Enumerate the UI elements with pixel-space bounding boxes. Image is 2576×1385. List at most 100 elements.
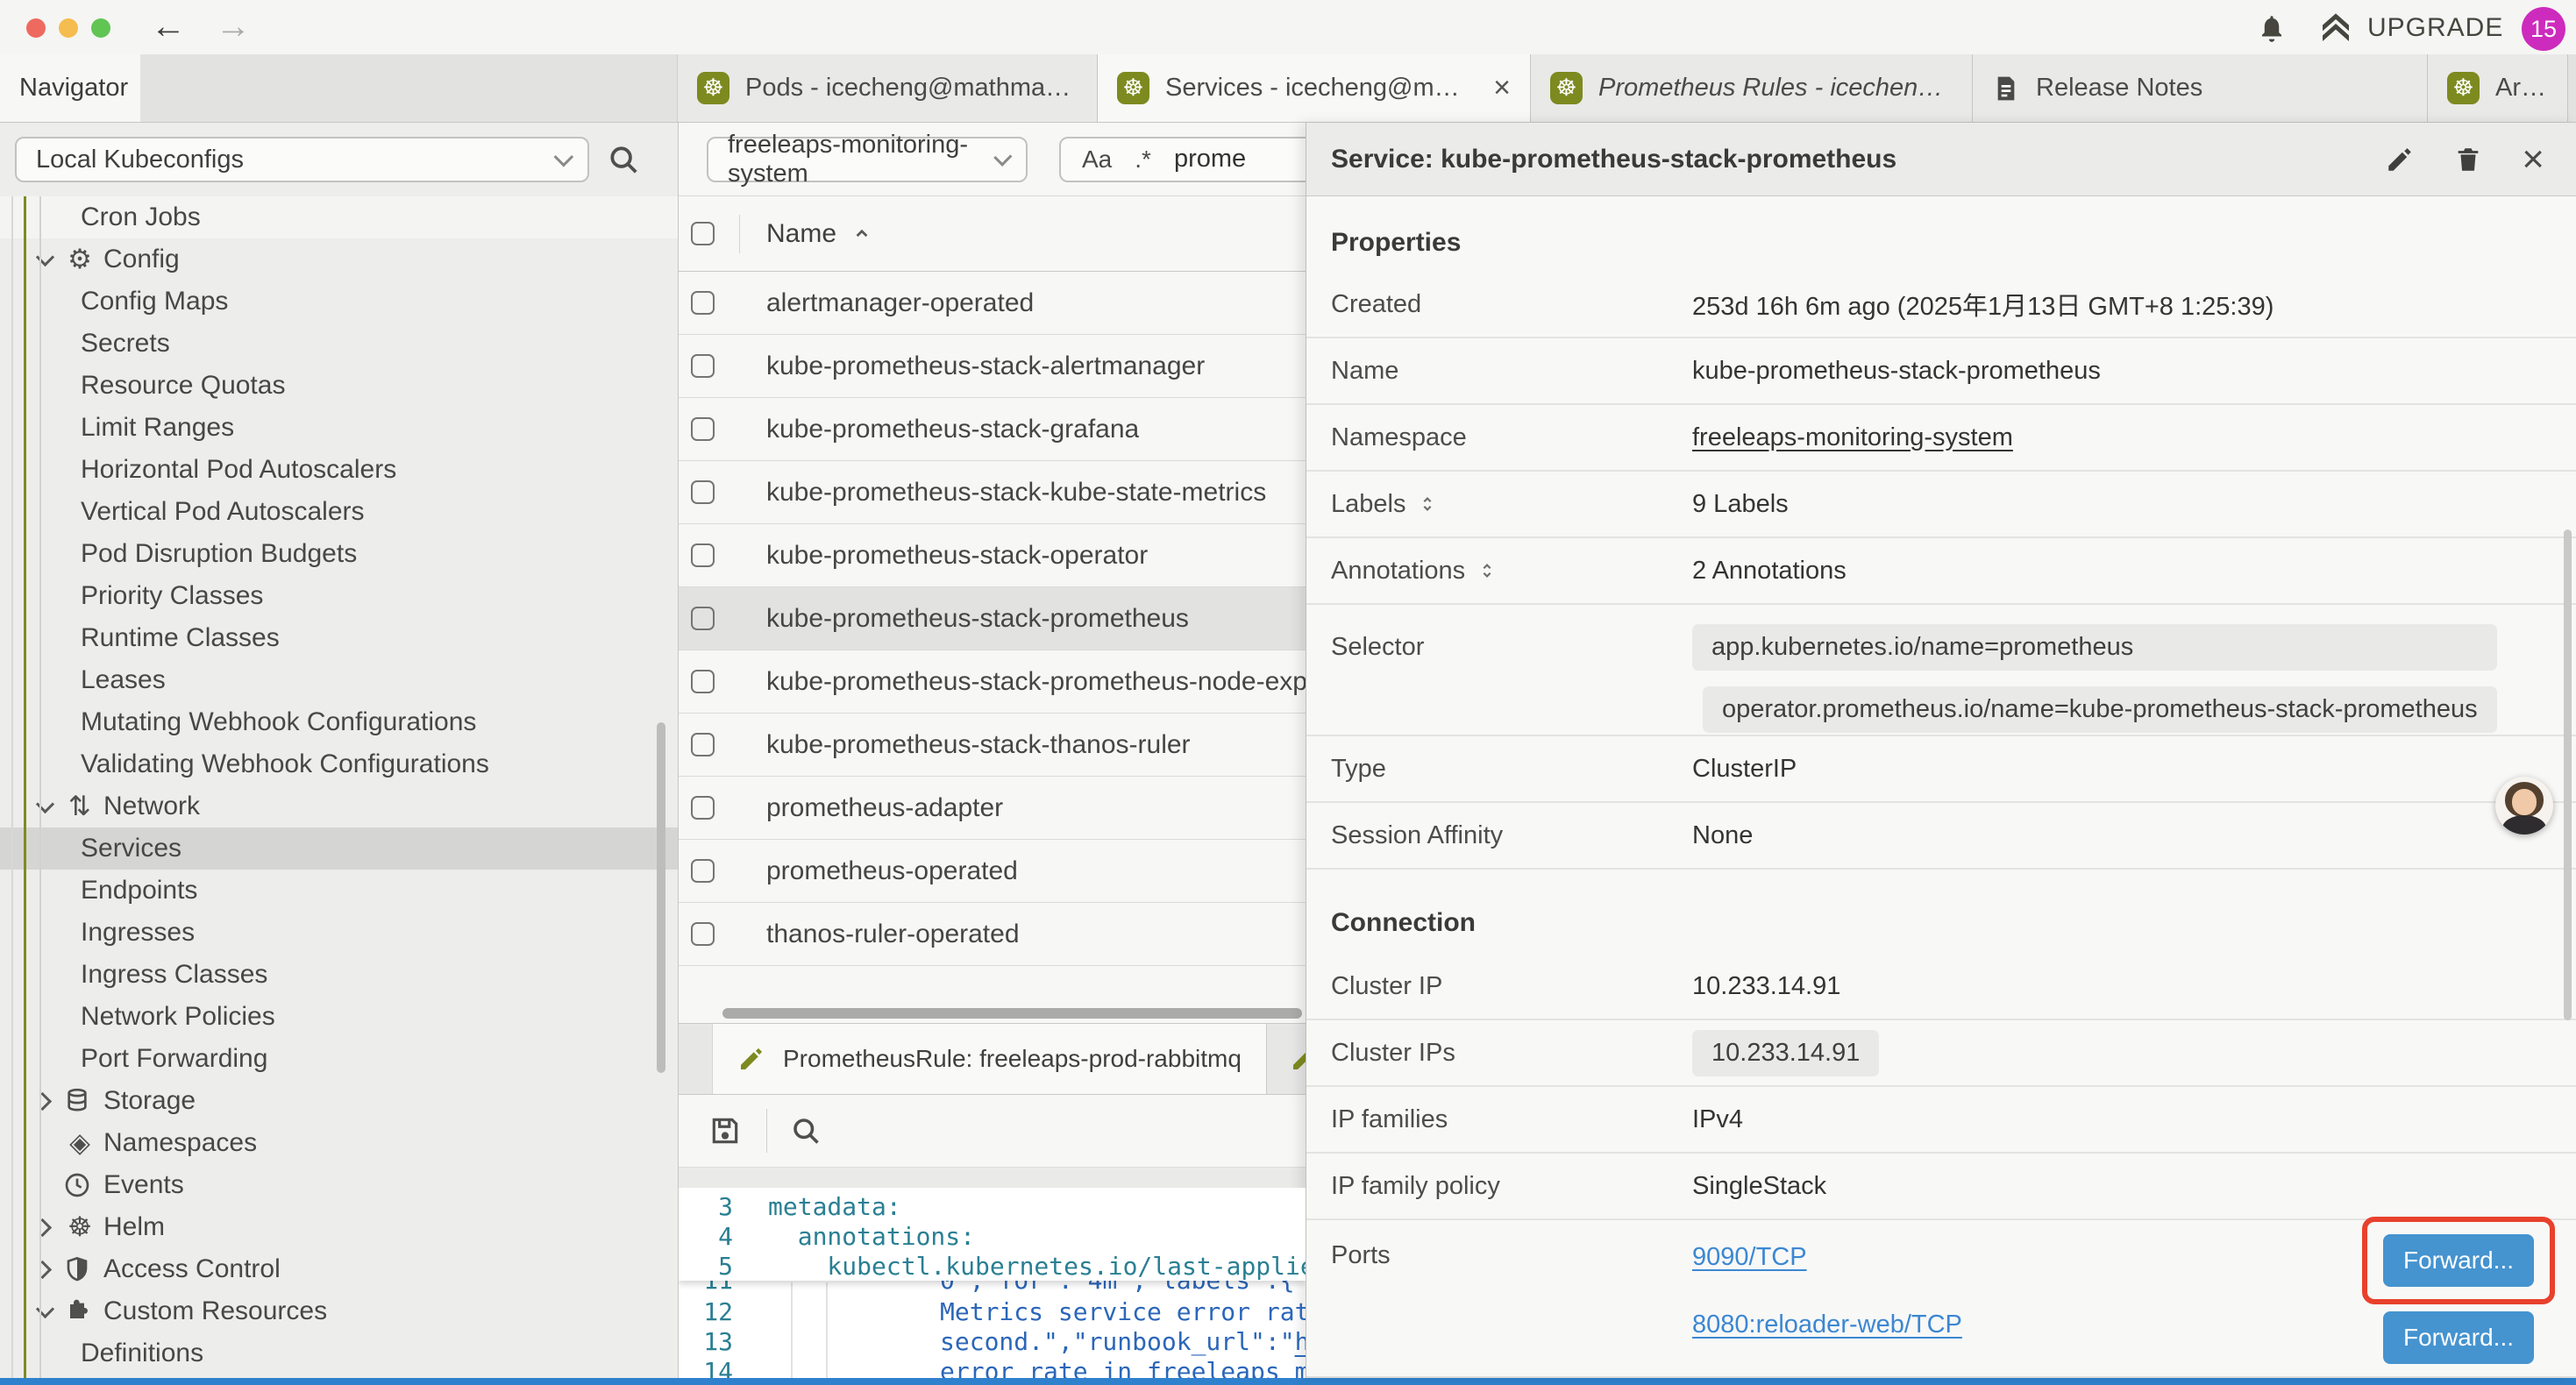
sidebar-tree-item[interactable]: Priority Classes xyxy=(0,575,678,617)
tree-chevron-icon[interactable] xyxy=(33,1261,63,1278)
sidebar-tree-item[interactable]: Mutating Webhook Configurations xyxy=(0,701,678,743)
table-row[interactable]: kube-prometheus-stack-grafana xyxy=(679,398,1306,461)
sidebar-tree-item[interactable]: Pod Disruption Budgets xyxy=(0,533,678,575)
row-checkbox[interactable] xyxy=(691,670,715,693)
row-checkbox[interactable] xyxy=(691,859,715,883)
tab[interactable]: ☸ Prometheus Rules - icecheng... × xyxy=(1531,54,1973,122)
sidebar-tree-item[interactable]: Storage xyxy=(0,1080,678,1122)
sidebar-tree-item[interactable]: Definitions xyxy=(0,1332,678,1374)
sidebar-tree-item[interactable]: Port Forwarding xyxy=(0,1038,678,1080)
table-row[interactable]: kube-prometheus-stack-kube-state-metrics xyxy=(679,461,1306,524)
minimize-window-button[interactable] xyxy=(59,18,78,38)
regex-toggle[interactable]: .* xyxy=(1135,146,1151,174)
namespace-link[interactable]: freeleaps-monitoring-system xyxy=(1692,423,2013,452)
sidebar-tree-item[interactable]: Validating Webhook Configurations xyxy=(0,743,678,785)
sidebar-tree-item[interactable]: Endpoints xyxy=(0,870,678,912)
next-editor-tab-clipped[interactable] xyxy=(1267,1024,1306,1094)
forward-button[interactable]: → xyxy=(216,5,251,47)
editor-search-icon[interactable] xyxy=(790,1115,822,1147)
save-icon[interactable] xyxy=(708,1114,742,1147)
tab[interactable]: ☸ Argo Se × xyxy=(2428,54,2568,122)
tree-chevron-icon[interactable] xyxy=(33,1092,63,1110)
horizontal-scrollbar[interactable] xyxy=(679,1005,1306,1023)
sidebar-tree-item[interactable]: Ingress Classes xyxy=(0,954,678,996)
forward-port-button[interactable]: Forward... xyxy=(2383,1234,2534,1287)
table-row[interactable]: prometheus-operated xyxy=(679,840,1306,903)
match-case-toggle[interactable]: Aa xyxy=(1082,146,1112,174)
sidebar-search-icon[interactable] xyxy=(607,143,640,176)
port-link-8080[interactable]: 8080:reloader-web/TCP xyxy=(1692,1310,1962,1339)
sidebar-tree-item[interactable]: Config Maps xyxy=(0,281,678,323)
row-checkbox[interactable] xyxy=(691,480,715,504)
labels-value[interactable]: 9 Labels xyxy=(1692,490,1789,519)
close-tab-icon[interactable]: × xyxy=(1493,71,1511,105)
sidebar-tree-item[interactable]: Services xyxy=(0,827,678,870)
table-row[interactable]: kube-prometheus-stack-prometheus-node-ex… xyxy=(679,650,1306,714)
sidebar-tree-item[interactable]: Horizontal Pod Autoscalers xyxy=(0,449,678,491)
sidebar-tree-item[interactable]: Cron Jobs xyxy=(0,196,678,238)
upgrade-button[interactable]: UPGRADE xyxy=(2318,11,2503,46)
list-search-input[interactable]: Aa .* prome xyxy=(1059,137,1306,182)
port-link-9090[interactable]: 9090/TCP xyxy=(1692,1243,1962,1272)
row-checkbox[interactable] xyxy=(691,417,715,441)
sidebar-tree-item[interactable]: Network Policies xyxy=(0,996,678,1038)
sidebar-tree-item[interactable]: ☸ Helm xyxy=(0,1206,678,1248)
sidebar-tree-item[interactable]: ⚙ Config xyxy=(0,238,678,281)
sidebar-tree-item[interactable]: Resource Quotas xyxy=(0,365,678,407)
maximize-window-button[interactable] xyxy=(91,18,110,38)
prometheusrule-editor-tab[interactable]: PrometheusRule: freeleaps-prod-rabbitmq xyxy=(712,1024,1267,1094)
namespace-select[interactable]: freeleaps-monitoring-system xyxy=(707,137,1028,182)
expand-collapse-icon[interactable] xyxy=(1418,491,1437,517)
expand-collapse-icon[interactable] xyxy=(1477,558,1497,584)
navigator-panel-tab[interactable]: Navigator xyxy=(0,54,140,122)
tree-chevron-icon[interactable] xyxy=(33,1218,63,1236)
table-row[interactable]: alertmanager-operated xyxy=(679,272,1306,335)
row-checkbox[interactable] xyxy=(691,607,715,630)
sidebar-tree-item[interactable]: Events xyxy=(0,1164,678,1206)
sidebar-tree-item[interactable]: Access Control xyxy=(0,1248,678,1290)
sidebar-tree-item[interactable]: Limit Ranges xyxy=(0,407,678,449)
row-checkbox[interactable] xyxy=(691,733,715,756)
table-row[interactable]: prometheus-adapter xyxy=(679,777,1306,840)
detail-scrollbar[interactable] xyxy=(2564,529,2572,1020)
sidebar-tree-item[interactable]: ◈ Namespaces xyxy=(0,1122,678,1164)
table-row[interactable]: kube-prometheus-stack-prometheus xyxy=(679,587,1306,650)
name-column-header[interactable]: Name xyxy=(766,219,873,249)
tree-chevron-icon[interactable] xyxy=(33,251,63,268)
tab[interactable]: ☸ Pods - icecheng@mathmas... × xyxy=(678,54,1098,122)
table-row[interactable]: kube-prometheus-stack-operator xyxy=(679,524,1306,587)
sidebar-tree-item[interactable]: Ingresses xyxy=(0,912,678,954)
delete-trash-icon[interactable] xyxy=(2453,145,2483,174)
sidebar-tree-item[interactable]: Vertical Pod Autoscalers xyxy=(0,491,678,533)
table-row[interactable]: kube-prometheus-stack-thanos-ruler xyxy=(679,714,1306,777)
row-checkbox[interactable] xyxy=(691,291,715,315)
forward-port-button[interactable]: Forward... xyxy=(2383,1311,2534,1364)
select-all-checkbox[interactable] xyxy=(691,222,715,245)
row-checkbox[interactable] xyxy=(691,543,715,567)
annotations-value[interactable]: 2 Annotations xyxy=(1692,557,1847,586)
back-button[interactable]: ← xyxy=(151,5,186,47)
table-row[interactable]: thanos-ruler-operated xyxy=(679,903,1306,966)
row-checkbox[interactable] xyxy=(691,796,715,820)
notification-count-badge[interactable]: 15 xyxy=(2522,7,2565,51)
notifications-bell-icon[interactable] xyxy=(2255,11,2288,45)
tree-chevron-icon[interactable] xyxy=(33,1303,63,1320)
sidebar-scrollbar[interactable] xyxy=(657,722,665,1073)
sidebar-tree-item[interactable]: Leases xyxy=(0,659,678,701)
row-checkbox[interactable] xyxy=(691,354,715,378)
kubeconfig-select[interactable]: Local Kubeconfigs xyxy=(15,137,589,182)
sidebar-tree-item[interactable]: Secrets xyxy=(0,323,678,365)
row-checkbox[interactable] xyxy=(691,922,715,946)
close-panel-icon[interactable]: × xyxy=(2522,145,2544,174)
sidebar-tree-item[interactable]: Custom Resources xyxy=(0,1290,678,1332)
code-link[interactable]: https://net xyxy=(1295,1327,1306,1356)
user-avatar[interactable] xyxy=(2495,777,2553,835)
tab[interactable]: Release Notes × xyxy=(1973,54,2428,122)
tab[interactable]: ☸ Services - icecheng@math... × xyxy=(1098,54,1531,122)
edit-pencil-icon[interactable] xyxy=(2385,145,2415,174)
yaml-editor[interactable]: 3 metadata: 4 annotations: 5 kubectl.kub… xyxy=(679,1188,1306,1378)
close-window-button[interactable] xyxy=(26,18,46,38)
sidebar-tree-item[interactable]: ⇅ Network xyxy=(0,785,678,827)
tree-chevron-icon[interactable] xyxy=(33,798,63,815)
sidebar-tree-item[interactable]: Runtime Classes xyxy=(0,617,678,659)
